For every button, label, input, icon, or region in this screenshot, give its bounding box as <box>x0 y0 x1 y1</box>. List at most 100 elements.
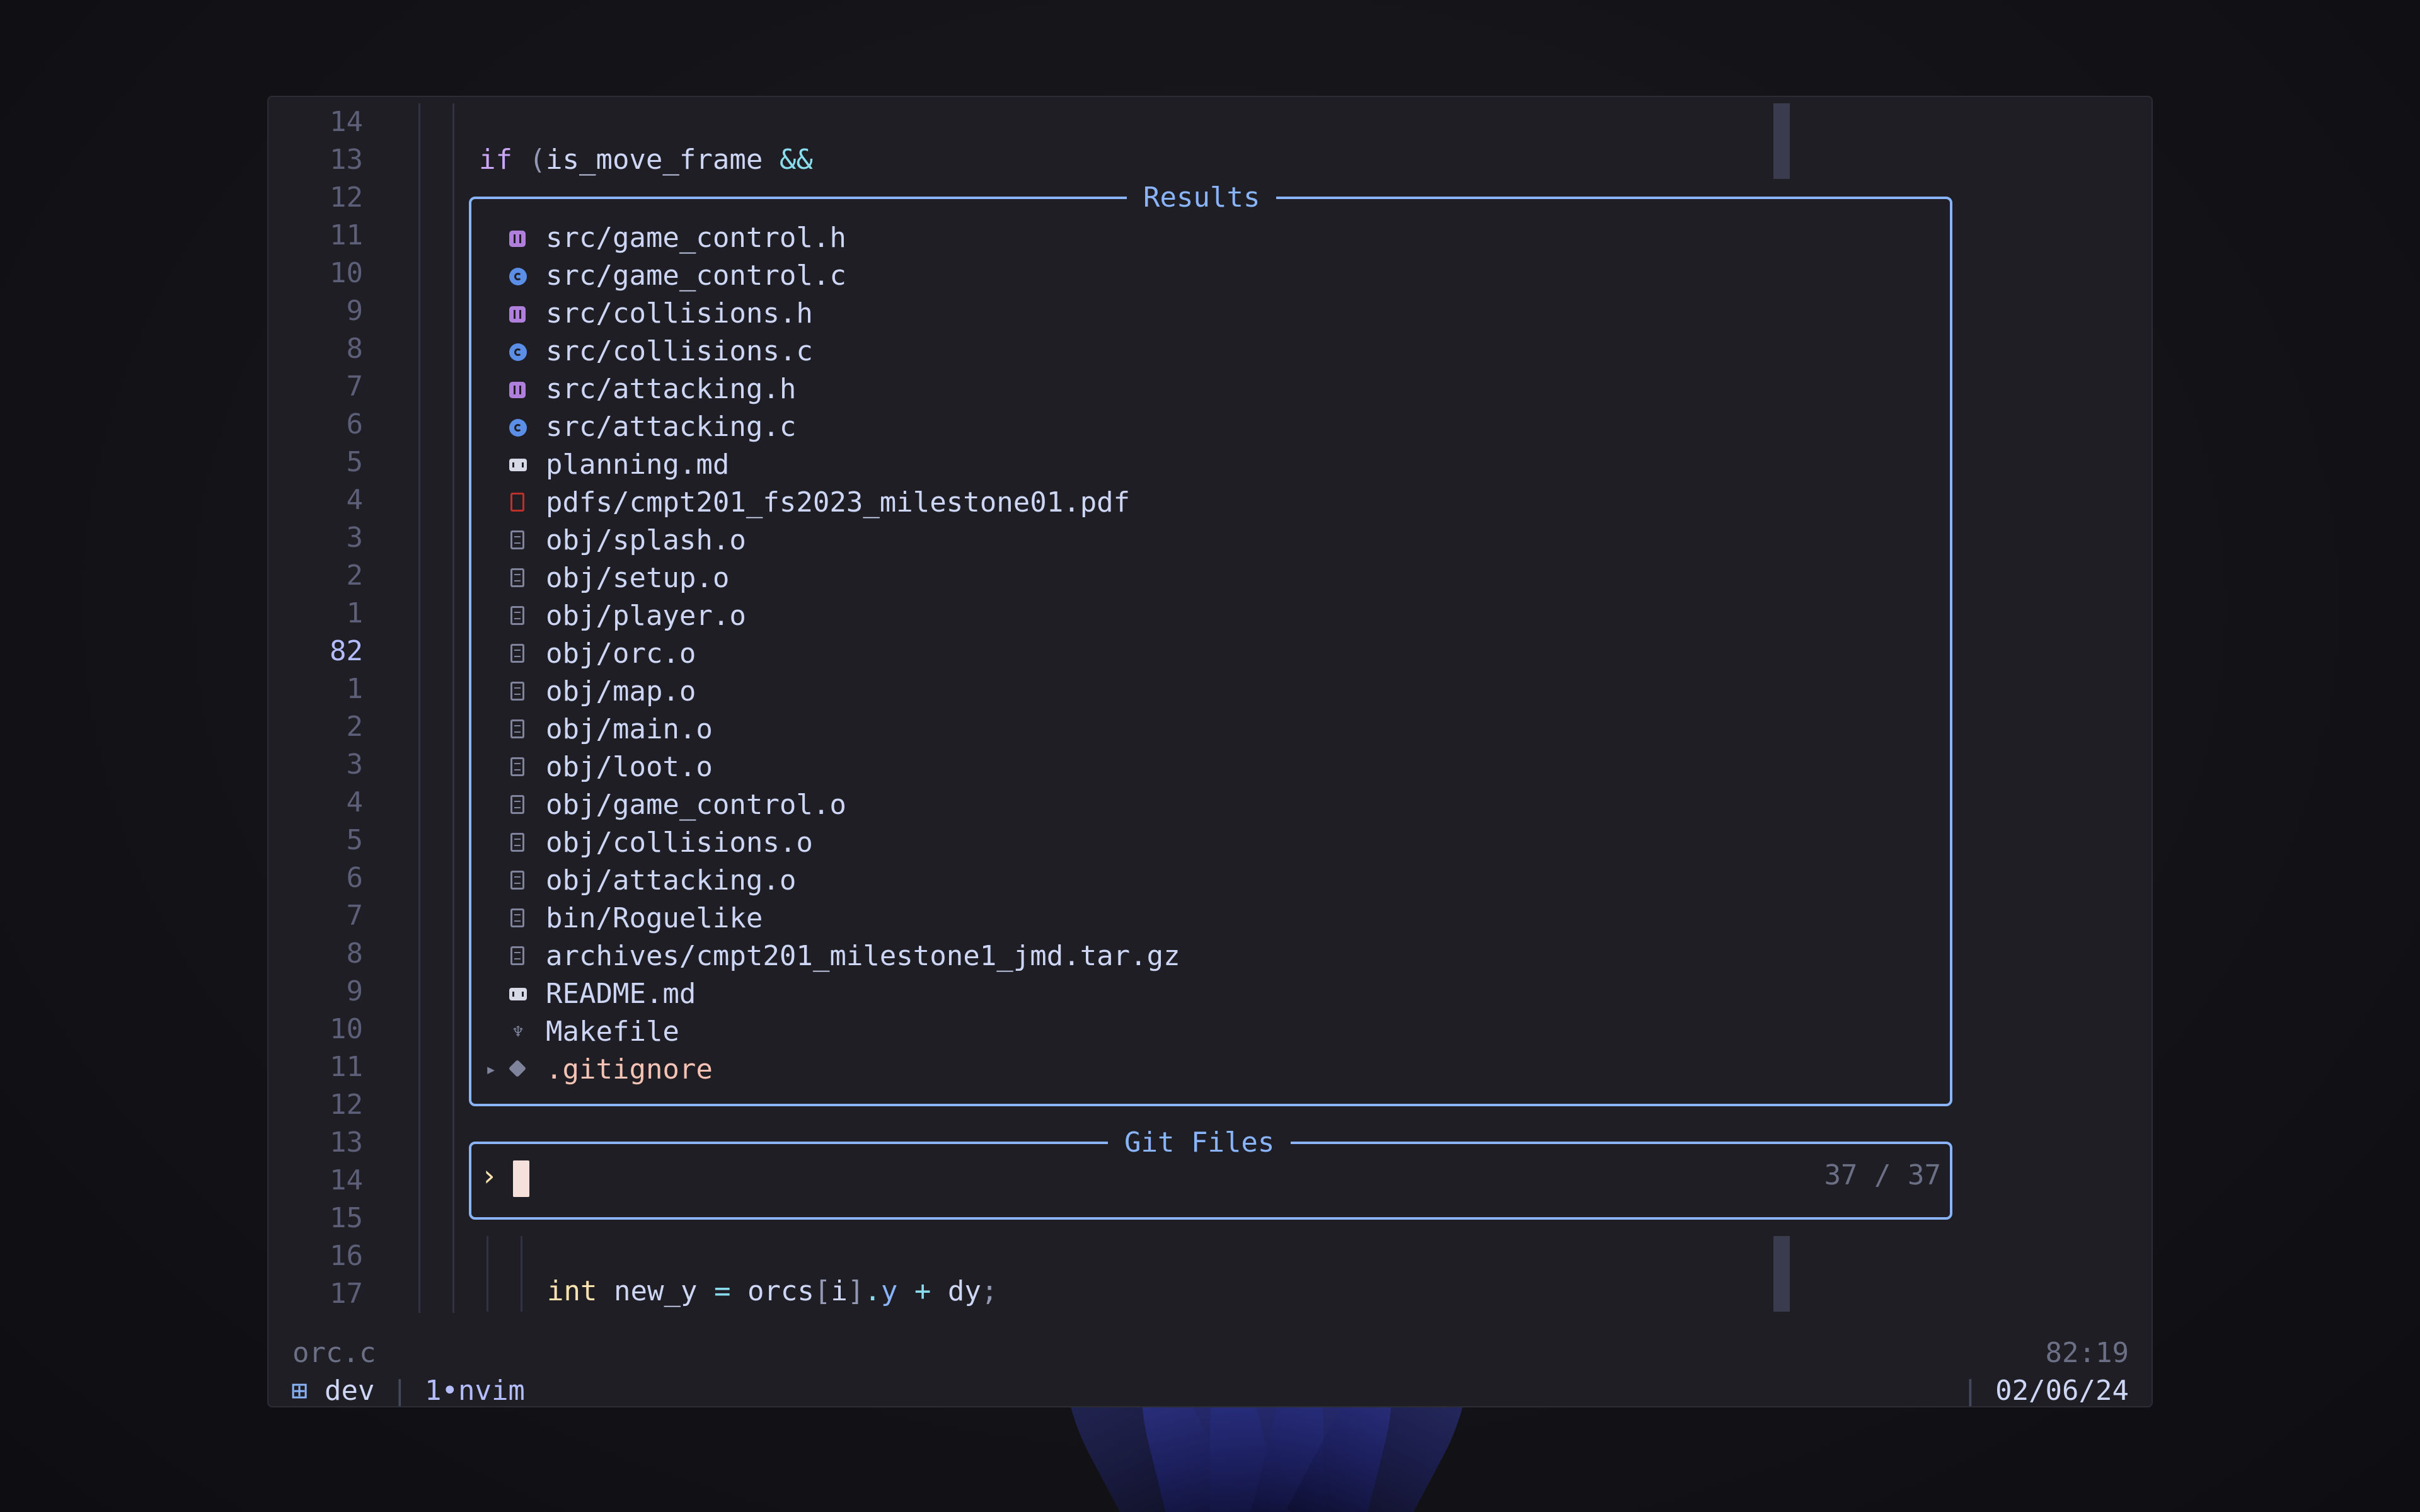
result-filename: obj/game_control.o <box>546 789 846 821</box>
file-icon <box>509 635 528 673</box>
line-number: 3 <box>346 522 364 554</box>
result-item[interactable]: obj/player.o <box>471 597 1950 635</box>
line-number: 8 <box>346 937 364 970</box>
result-filename: obj/map.o <box>546 675 696 707</box>
result-item[interactable]: obj/game_control.o <box>471 786 1950 824</box>
line-number: 12 <box>330 1089 363 1121</box>
result-item[interactable]: src/game_control.h <box>471 219 1950 257</box>
line-number: 2 <box>346 711 364 743</box>
result-item[interactable]: planning.md <box>471 446 1950 484</box>
indent-guide <box>418 103 420 1313</box>
results-title: Results <box>1127 179 1277 217</box>
result-item[interactable]: pdfs/cmpt201_fs2023_milestone01.pdf <box>471 484 1950 522</box>
match-count: 37 / 37 <box>1824 1159 1941 1191</box>
result-filename: obj/loot.o <box>546 751 713 783</box>
identifier: is_move_frame <box>545 144 763 176</box>
operator: && <box>779 144 813 176</box>
line-number: 9 <box>346 295 364 327</box>
line-number: 11 <box>330 1051 363 1083</box>
result-item[interactable]: bin/Roguelike <box>471 900 1950 937</box>
identifier: dy <box>947 1275 981 1307</box>
line-number: 1 <box>346 597 364 629</box>
line-number: 1 <box>346 673 364 705</box>
line-number: 12 <box>330 181 363 214</box>
tmux-date: | 02/06/24 <box>1962 1372 2129 1406</box>
text-cursor[interactable] <box>513 1160 529 1197</box>
file-icon <box>509 673 528 711</box>
file-icon <box>509 748 528 786</box>
result-filename: obj/main.o <box>546 713 713 745</box>
bracket: ] <box>847 1275 865 1307</box>
selection-caret-icon: ▸ <box>485 1058 497 1080</box>
line-number: 13 <box>330 1126 363 1159</box>
result-filename: Makefile <box>546 1016 679 1048</box>
result-item[interactable]: src/game_control.c <box>471 257 1950 295</box>
result-item[interactable]: ♆ Makefile <box>471 1013 1950 1051</box>
line-number: 14 <box>330 1164 363 1196</box>
result-filename: obj/setup.o <box>546 562 730 594</box>
line-number: 5 <box>346 824 364 856</box>
scrollbar-thumb[interactable] <box>1773 1236 1790 1312</box>
result-filename: bin/Roguelike <box>546 902 763 934</box>
line-number: 2 <box>346 559 364 592</box>
keyword: if <box>479 144 512 176</box>
line-number: 82 <box>330 635 363 667</box>
result-item[interactable]: obj/splash.o <box>471 522 1950 559</box>
result-filename: planning.md <box>546 449 730 481</box>
file-icon <box>509 900 528 937</box>
c-file-icon <box>509 408 528 446</box>
statusline-filename: orc.c <box>292 1337 376 1369</box>
line-number: 4 <box>346 484 364 516</box>
result-item[interactable]: obj/setup.o <box>471 559 1950 597</box>
line-number: 10 <box>330 257 363 289</box>
result-item[interactable]: archives/cmpt201_milestone1_jmd.tar.gz <box>471 937 1950 975</box>
line-number: 7 <box>346 900 364 932</box>
result-item[interactable]: ▸ .gitignore <box>471 1051 1950 1089</box>
result-item[interactable]: README.md <box>471 975 1950 1013</box>
line-number: 13 <box>330 144 363 176</box>
scrollbar-thumb[interactable] <box>1773 103 1790 179</box>
statusline-position: 82:19 <box>2045 1337 2129 1369</box>
file-icon <box>509 711 528 748</box>
operator: + <box>914 1275 931 1307</box>
field: y <box>880 1275 898 1307</box>
prompt-caret-icon: › <box>480 1159 498 1193</box>
result-item[interactable]: obj/collisions.o <box>471 824 1950 862</box>
code-line-top[interactable]: if (is_move_frame && <box>479 141 813 179</box>
result-filename: src/collisions.c <box>546 335 813 367</box>
c-file-icon <box>509 333 528 370</box>
line-number: 3 <box>346 748 364 781</box>
header-icon <box>509 295 528 333</box>
paren: ( <box>529 144 546 176</box>
result-item[interactable]: src/collisions.h <box>471 295 1950 333</box>
line-number: 7 <box>346 370 364 403</box>
result-item[interactable]: src/attacking.c <box>471 408 1950 446</box>
bracket: [ <box>814 1275 831 1307</box>
tmux-session[interactable]: ⊞ dev | 1•nvim <box>291 1372 525 1407</box>
c-file-icon <box>509 257 528 295</box>
result-filename: archives/cmpt201_milestone1_jmd.tar.gz <box>546 940 1180 972</box>
result-filename: src/collisions.h <box>546 297 813 329</box>
semicolon: ; <box>981 1275 998 1307</box>
result-filename: obj/splash.o <box>546 524 746 556</box>
window-name[interactable]: 1•nvim <box>425 1375 525 1406</box>
result-filename: src/attacking.c <box>546 411 797 443</box>
line-number: 15 <box>330 1202 363 1234</box>
line-number: 17 <box>330 1278 363 1310</box>
code-line-bottom[interactable]: int new_y = orcs[i].y + dy; <box>547 1273 998 1310</box>
git-icon <box>508 1051 528 1089</box>
identifier: orcs <box>747 1275 814 1307</box>
result-filename: obj/collisions.o <box>546 827 813 859</box>
separator: | <box>391 1375 408 1407</box>
result-item[interactable]: obj/orc.o <box>471 635 1950 673</box>
result-item[interactable]: src/collisions.c <box>471 333 1950 370</box>
markdown-icon <box>509 975 528 1013</box>
result-item[interactable]: src/attacking.h <box>471 370 1950 408</box>
git-files-prompt[interactable]: Git Files › 37 / 37 <box>469 1124 1952 1220</box>
result-item[interactable]: obj/attacking.o <box>471 862 1950 900</box>
result-item[interactable]: obj/loot.o <box>471 748 1950 786</box>
result-item[interactable]: obj/map.o <box>471 673 1950 711</box>
line-number: 8 <box>346 333 364 365</box>
result-item[interactable]: obj/main.o <box>471 711 1950 748</box>
file-icon <box>509 597 528 635</box>
